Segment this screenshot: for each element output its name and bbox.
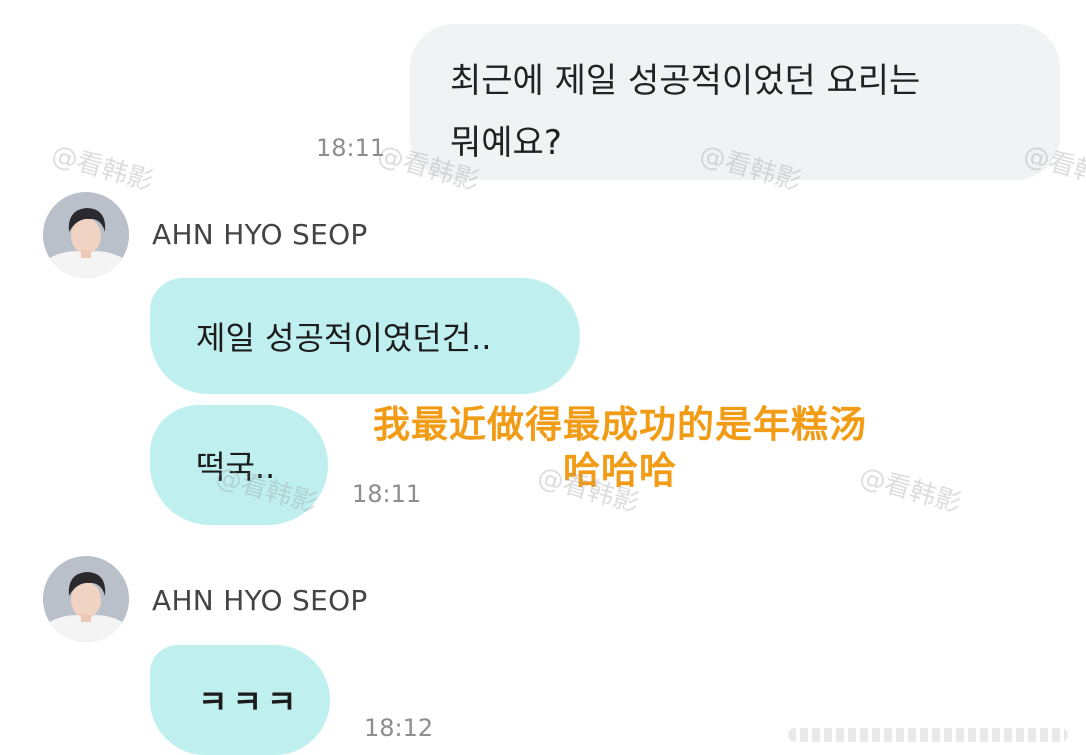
incoming-message-bubble[interactable]: ㅋㅋㅋ: [150, 645, 330, 755]
watermark: @看韩影: [48, 139, 157, 198]
chat-thread: 최근에 제일 성공적이었던 요리는 뭐예요? 18:11 AHN HYO SEO…: [0, 0, 1086, 755]
caption-line-2: 哈哈哈: [563, 449, 677, 492]
sender-avatar[interactable]: [43, 556, 129, 642]
sender-name: AHN HYO SEOP: [152, 584, 368, 617]
outgoing-message-time: 18:11: [316, 134, 386, 162]
outgoing-message-line-2: 뭐예요?: [450, 123, 562, 163]
outgoing-message-line-1: 최근에 제일 성공적이었던 요리는: [450, 61, 921, 101]
incoming-message-text: 떡국..: [196, 448, 276, 486]
outgoing-message-bubble[interactable]: 최근에 제일 성공적이었던 요리는 뭐예요?: [410, 24, 1060, 180]
avatar-icon: [43, 192, 129, 278]
incoming-message-text: 제일 성공적이였던건..: [196, 319, 492, 357]
translation-caption: 我最近做得最成功的是年糕汤 哈哈哈: [340, 402, 900, 494]
incoming-message-bubble[interactable]: 제일 성공적이였던건..: [150, 278, 580, 394]
incoming-message-text: ㅋㅋㅋ: [198, 683, 302, 721]
corner-watermark: [788, 728, 1068, 742]
sender-name: AHN HYO SEOP: [152, 218, 368, 251]
sender-avatar[interactable]: [43, 192, 129, 278]
incoming-message-bubble[interactable]: 떡국..: [150, 405, 328, 525]
avatar-icon: [43, 556, 129, 642]
incoming-message-time: 18:12: [364, 714, 434, 742]
caption-line-1: 我最近做得最成功的是年糕汤: [373, 403, 867, 446]
